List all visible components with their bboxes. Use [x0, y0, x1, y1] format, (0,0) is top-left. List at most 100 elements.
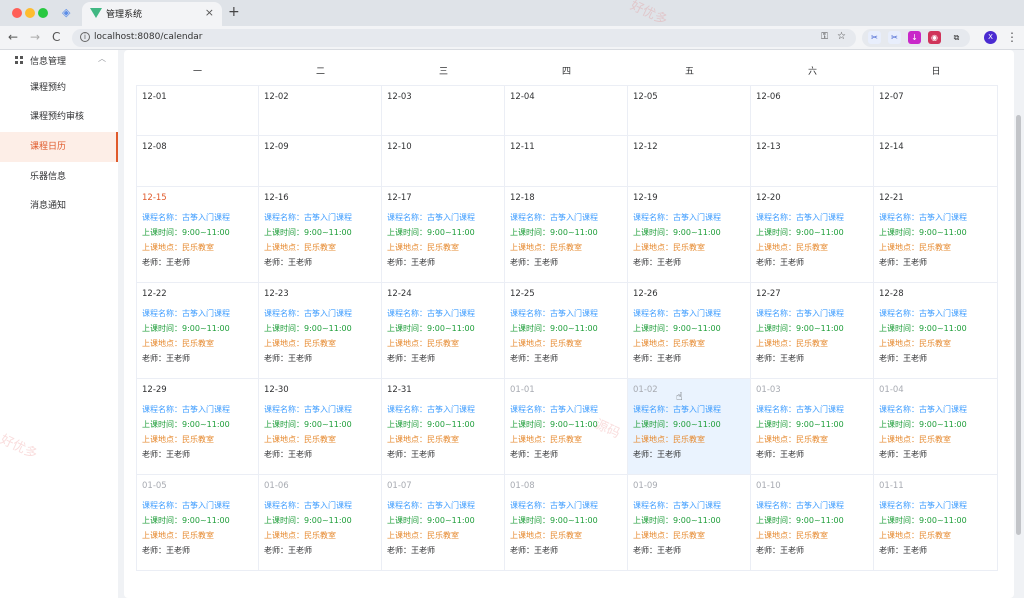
calendar-day-cell[interactable]: 12-20 课程名称：古筝入门课程 上课时间：9:00~11:00 上课地点：民乐教室…: [751, 187, 874, 283]
maximize-window-button[interactable]: [38, 8, 48, 18]
course-time-line: 上课时间：9:00~11:00: [756, 419, 844, 430]
calendar-day-cell[interactable]: 12-30 课程名称：古筝入门课程 上课时间：9:00~11:00 上课地点：民乐教室…: [259, 379, 382, 475]
course-name-line: 课程名称：古筝入门课程: [879, 404, 967, 415]
calendar-day-cell[interactable]: 12-03: [382, 85, 505, 136]
scissors-extension-icon[interactable]: ✂: [868, 31, 881, 44]
calendar-day-cell[interactable]: 12-18 课程名称：古筝入门课程 上课时间：9:00~11:00 上课地点：民乐教室…: [505, 187, 628, 283]
calendar-day-cell[interactable]: 01-08 课程名称：古筝入门课程 上课时间：9:00~11:00 上课地点：民乐教室…: [505, 475, 628, 571]
calendar-day-cell[interactable]: 12-22 课程名称：古筝入门课程 上课时间：9:00~11:00 上课地点：民乐教室…: [136, 283, 259, 379]
calendar-day-cell[interactable]: 12-12: [628, 136, 751, 187]
calendar-day-cell[interactable]: 12-31 课程名称：古筝入门课程 上课时间：9:00~11:00 上课地点：民乐教室…: [382, 379, 505, 475]
course-time-line: 上课时间：9:00~11:00: [387, 227, 475, 238]
calendar-day-cell[interactable]: 01-09 课程名称：古筝入门课程 上课时间：9:00~11:00 上课地点：民乐教室…: [628, 475, 751, 571]
calendar-day-cell[interactable]: 12-09: [259, 136, 382, 187]
course-teacher-line-value: 王老师: [411, 450, 435, 459]
course-teacher-line-value: 王老师: [534, 546, 558, 555]
course-place-line: 上课地点：民乐教室: [756, 530, 828, 541]
calendar-day-cell[interactable]: 01-01 课程名称：古筝入门课程 上课时间：9:00~11:00 上课地点：民乐教室…: [505, 379, 628, 475]
course-teacher-line-label: 老师：: [633, 354, 657, 363]
password-key-icon[interactable]: ⚿: [821, 32, 828, 42]
inactive-tab-icon[interactable]: ◈: [62, 7, 74, 19]
calendar-day-cell[interactable]: 12-17 课程名称：古筝入门课程 上课时间：9:00~11:00 上课地点：民乐教室…: [382, 187, 505, 283]
course-place-line-label: 上课地点：: [756, 435, 796, 444]
day-number: 01-10: [756, 481, 781, 491]
calendar-day-cell[interactable]: 01-04 课程名称：古筝入门课程 上课时间：9:00~11:00 上课地点：民乐教室…: [874, 379, 998, 475]
sidebar-item-notifications[interactable]: 消息通知: [0, 191, 118, 221]
puzzle-extensions-icon[interactable]: ⧉: [950, 31, 963, 44]
course-name-line: 课程名称：古筝入门课程: [142, 212, 230, 223]
course-time-line-label: 上课时间：: [264, 324, 304, 333]
browser-menu-icon[interactable]: ⋮: [1006, 30, 1018, 44]
calendar-day-cell[interactable]: 12-19 课程名称：古筝入门课程 上课时间：9:00~11:00 上课地点：民乐教室…: [628, 187, 751, 283]
course-place-line: 上课地点：民乐教室: [264, 242, 336, 253]
course-place-line: 上课地点：民乐教室: [633, 434, 705, 445]
cut-extension-icon[interactable]: ✂: [888, 31, 901, 44]
course-time-line-label: 上课时间：: [633, 324, 673, 333]
sidebar-group-info-management[interactable]: 信息管理 ︿: [0, 50, 118, 70]
browser-tab-active[interactable]: 管理系统 ×: [82, 2, 222, 26]
profile-avatar[interactable]: X: [984, 31, 997, 44]
calendar-day-cell[interactable]: 12-27 课程名称：古筝入门课程 上课时间：9:00~11:00 上课地点：民乐教室…: [751, 283, 874, 379]
calendar-day-cell[interactable]: 12-13: [751, 136, 874, 187]
calendar-day-cell[interactable]: 12-01: [136, 85, 259, 136]
sidebar-item-course-calendar[interactable]: 课程日历: [0, 132, 118, 162]
calendar-day-cell[interactable]: 12-21 课程名称：古筝入门课程 上课时间：9:00~11:00 上课地点：民乐教室…: [874, 187, 998, 283]
close-window-button[interactable]: [12, 8, 22, 18]
calendar-day-cell[interactable]: 12-07: [874, 85, 998, 136]
course-name-line-value: 古筝入门课程: [427, 213, 475, 222]
calendar-day-cell[interactable]: 12-14: [874, 136, 998, 187]
calendar-day-cell[interactable]: 01-02 课程名称：古筝入门课程 上课时间：9:00~11:00 上课地点：民乐教室…: [628, 379, 751, 475]
minimize-window-button[interactable]: [25, 8, 35, 18]
calendar-day-cell[interactable]: 12-16 课程名称：古筝入门课程 上课时间：9:00~11:00 上课地点：民乐教室…: [259, 187, 382, 283]
calendar-day-cell[interactable]: 12-26 课程名称：古筝入门课程 上课时间：9:00~11:00 上课地点：民乐教室…: [628, 283, 751, 379]
page-scrollbar[interactable]: [1016, 115, 1021, 535]
calendar-day-cell[interactable]: 12-10: [382, 136, 505, 187]
bookmark-star-icon[interactable]: ☆: [837, 31, 846, 42]
calendar-day-cell[interactable]: 12-06: [751, 85, 874, 136]
calendar-day-cell[interactable]: 12-25 课程名称：古筝入门课程 上课时间：9:00~11:00 上课地点：民乐教室…: [505, 283, 628, 379]
calendar-day-cell[interactable]: 12-24 课程名称：古筝入门课程 上课时间：9:00~11:00 上课地点：民乐教室…: [382, 283, 505, 379]
calendar-day-cell[interactable]: 01-07 课程名称：古筝入门课程 上课时间：9:00~11:00 上课地点：民乐教室…: [382, 475, 505, 571]
address-bar[interactable]: i localhost:8080/calendar ⚿ ☆: [72, 29, 856, 47]
course-time-line-value: 9:00~11:00: [919, 228, 967, 237]
calendar-day-cell[interactable]: 12-04: [505, 85, 628, 136]
sidebar-item-booking-review[interactable]: 课程预约审核: [0, 102, 118, 132]
course-time-line-value: 9:00~11:00: [673, 516, 721, 525]
calendar-day-cell[interactable]: 01-11 课程名称：古筝入门课程 上课时间：9:00~11:00 上课地点：民乐教室…: [874, 475, 998, 571]
course-place-line: 上课地点：民乐教室: [756, 434, 828, 445]
url-text[interactable]: localhost:8080/calendar: [94, 32, 203, 42]
calendar-week-row: 12-15 课程名称：古筝入门课程 上课时间：9:00~11:00 上课地点：民乐教室…: [136, 187, 998, 283]
new-tab-button[interactable]: +: [228, 4, 240, 20]
day-number: 12-29: [142, 385, 167, 395]
sidebar-item-instrument-info[interactable]: 乐器信息: [0, 162, 118, 192]
course-name-line: 课程名称：古筝入门课程: [879, 500, 967, 511]
calendar-day-cell[interactable]: 12-23 课程名称：古筝入门课程 上课时间：9:00~11:00 上课地点：民乐教室…: [259, 283, 382, 379]
tab-close-button[interactable]: ×: [205, 6, 214, 19]
calendar-day-cell[interactable]: 12-02: [259, 85, 382, 136]
course-time-line: 上课时间：9:00~11:00: [264, 227, 352, 238]
course-place-line: 上课地点：民乐教室: [264, 434, 336, 445]
back-button[interactable]: ←: [8, 30, 18, 44]
course-time-line-label: 上课时间：: [264, 228, 304, 237]
calendar-day-cell[interactable]: 12-08: [136, 136, 259, 187]
calendar-day-cell[interactable]: 12-28 课程名称：古筝入门课程 上课时间：9:00~11:00 上课地点：民乐教室…: [874, 283, 998, 379]
forward-button[interactable]: →: [30, 30, 40, 44]
calendar-day-cell[interactable]: 12-05: [628, 85, 751, 136]
calendar-day-cell[interactable]: 01-06 课程名称：古筝入门课程 上课时间：9:00~11:00 上课地点：民乐教室…: [259, 475, 382, 571]
calendar-day-cell[interactable]: 12-15 课程名称：古筝入门课程 上课时间：9:00~11:00 上课地点：民乐教室…: [136, 187, 259, 283]
calendar-day-cell[interactable]: 01-10 课程名称：古筝入门课程 上课时间：9:00~11:00 上课地点：民乐教室…: [751, 475, 874, 571]
course-name-line: 课程名称：古筝入门课程: [756, 212, 844, 223]
site-info-icon[interactable]: i: [80, 32, 90, 42]
sidebar-item-course-booking[interactable]: 课程预约: [0, 73, 118, 103]
calendar-day-cell[interactable]: 01-03 课程名称：古筝入门课程 上课时间：9:00~11:00 上课地点：民乐教室…: [751, 379, 874, 475]
day-number: 12-25: [510, 289, 535, 299]
calendar-day-cell[interactable]: 12-29 课程名称：古筝入门课程 上课时间：9:00~11:00 上课地点：民乐教室…: [136, 379, 259, 475]
day-number: 12-17: [387, 193, 412, 203]
chevron-up-icon: ︿: [98, 54, 106, 63]
calendar-day-cell[interactable]: 12-11: [505, 136, 628, 187]
reload-button[interactable]: C: [52, 30, 60, 44]
calendar-day-cell[interactable]: 01-05 课程名称：古筝入门课程 上课时间：9:00~11:00 上课地点：民乐教室…: [136, 475, 259, 571]
download-extension-icon[interactable]: ↓: [908, 31, 921, 44]
course-teacher-line-label: 老师：: [510, 258, 534, 267]
media-extension-icon[interactable]: ◉: [928, 31, 941, 44]
